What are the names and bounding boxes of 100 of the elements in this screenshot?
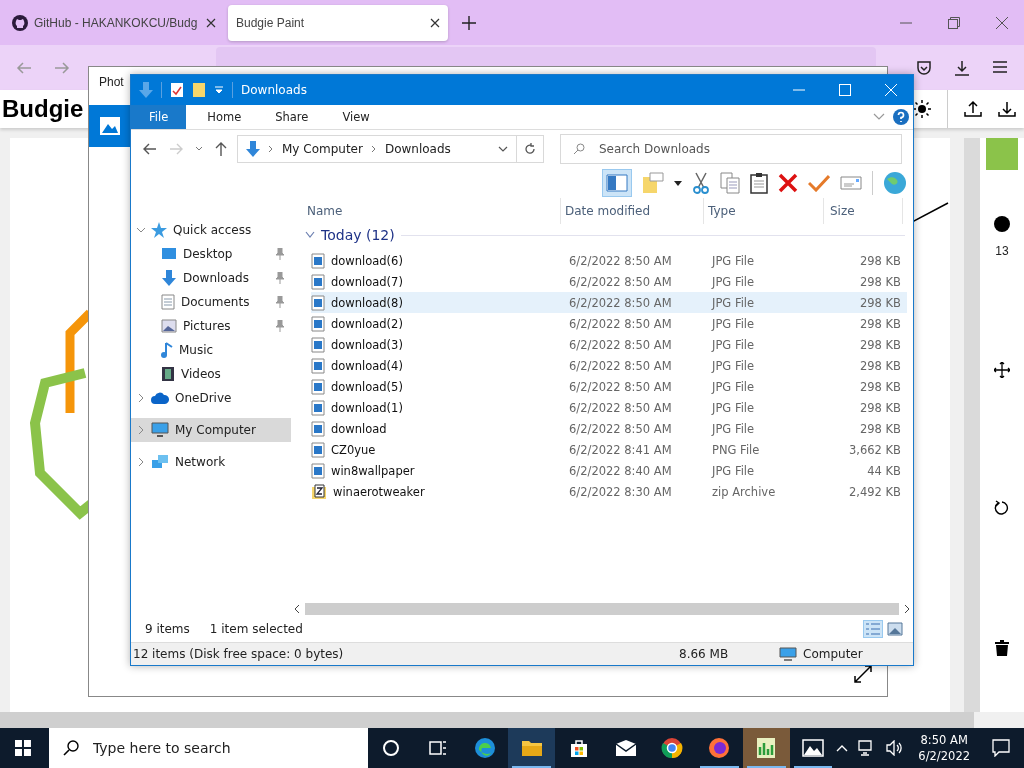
- delete-icon[interactable]: [778, 173, 798, 193]
- nav-item[interactable]: My Computer: [131, 418, 291, 442]
- file-row[interactable]: CZ0yue 6/2/2022 8:41 AM PNG File 3,662 KB: [311, 439, 907, 460]
- move-icon[interactable]: [994, 362, 1010, 378]
- pocket-icon[interactable]: [916, 59, 932, 76]
- circle-icon: [382, 739, 401, 757]
- clipboard-icon[interactable]: [750, 172, 768, 194]
- file-row[interactable]: winaerotweaker 6/2/2022 8:30 AM zip Archive 2,492 KB: [311, 481, 907, 502]
- theme-icon[interactable]: [913, 100, 931, 118]
- brush-dot-icon[interactable]: [994, 216, 1010, 232]
- zip-file-icon: [311, 483, 327, 500]
- properties-icon[interactable]: [170, 82, 184, 98]
- taskbar-app[interactable]: [508, 728, 556, 768]
- refresh-button[interactable]: [516, 135, 544, 163]
- globe-icon[interactable]: [883, 171, 907, 195]
- nav-item[interactable]: Documents: [131, 290, 291, 314]
- ribbon-tab[interactable]: File: [131, 105, 187, 129]
- pin-icon[interactable]: [275, 272, 285, 284]
- breadcrumb[interactable]: My Computer: [282, 142, 363, 156]
- nav-item[interactable]: Quick access: [131, 218, 291, 242]
- ribbon-tab[interactable]: Share: [262, 105, 322, 129]
- item-count: 9 items: [145, 622, 190, 636]
- resize-icon[interactable]: [853, 664, 873, 684]
- image-file-icon: [311, 336, 325, 353]
- close-icon[interactable]: [206, 17, 216, 28]
- column-header[interactable]: Date modified: [561, 198, 704, 224]
- photo-icon: [100, 117, 120, 135]
- search-input[interactable]: Type here to search: [90, 739, 365, 757]
- volume-icon[interactable]: [886, 740, 905, 756]
- file-row[interactable]: download(4) 6/2/2022 8:50 AM JPG File 298 KB: [311, 355, 907, 376]
- file-row[interactable]: download(3) 6/2/2022 8:50 AM JPG File 298 KB: [311, 334, 907, 355]
- pin-icon[interactable]: [275, 248, 285, 260]
- pin-icon[interactable]: [275, 320, 285, 332]
- color-swatch[interactable]: [986, 138, 1018, 170]
- download-icon[interactable]: [954, 59, 970, 76]
- help-icon[interactable]: [893, 109, 909, 125]
- file-row[interactable]: download(6) 6/2/2022 8:50 AM JPG File 298 KB: [311, 250, 907, 271]
- image-file-icon: [311, 420, 325, 437]
- start-icon[interactable]: [15, 740, 31, 756]
- column-header[interactable]: Size: [824, 198, 903, 224]
- rotate-icon[interactable]: [994, 500, 1010, 516]
- file-row[interactable]: win8wallpaper 6/2/2022 8:40 AM JPG File 44 KB: [311, 460, 907, 481]
- search-icon: [573, 143, 585, 155]
- taskbar-app[interactable]: [742, 728, 790, 768]
- chrome-icon: [661, 737, 684, 759]
- scroll-left-icon[interactable]: [293, 605, 301, 613]
- window-title: Downloads: [241, 83, 307, 97]
- image-file-icon: [311, 378, 325, 395]
- download-arrow-icon: [246, 141, 260, 157]
- scroll-right-icon[interactable]: [903, 605, 911, 613]
- scissors-icon[interactable]: [692, 172, 710, 194]
- file-row[interactable]: download 6/2/2022 8:50 AM JPG File 298 KB: [311, 418, 907, 439]
- nav-item[interactable]: Network: [131, 450, 291, 474]
- ribbon-tab[interactable]: View: [329, 105, 383, 129]
- group-header[interactable]: Today (12): [303, 224, 913, 246]
- maximize-icon[interactable]: [839, 84, 851, 96]
- search-field[interactable]: Type here to search: [48, 728, 368, 768]
- address-bar[interactable]: My Computer Downloads: [237, 135, 517, 163]
- scrollbar[interactable]: [0, 712, 974, 728]
- download-icon[interactable]: [998, 100, 1016, 118]
- notification-icon[interactable]: [992, 739, 1010, 757]
- trash-icon[interactable]: [995, 640, 1009, 656]
- restore-icon[interactable]: [948, 16, 960, 29]
- up-icon[interactable]: [215, 142, 227, 156]
- checkmark-icon[interactable]: [808, 174, 830, 192]
- scrollbar[interactable]: [964, 138, 980, 712]
- nav-item[interactable]: OneDrive: [131, 386, 291, 410]
- nav-item[interactable]: Pictures: [131, 314, 291, 338]
- column-header[interactable]: Name: [303, 198, 561, 224]
- file-row[interactable]: download(8) 6/2/2022 8:50 AM JPG File 298 KB: [311, 292, 907, 313]
- folder-icon[interactable]: [192, 82, 206, 98]
- upload-icon[interactable]: [964, 100, 982, 118]
- nav-item[interactable]: Desktop: [131, 242, 291, 266]
- shopping-bag-icon: [568, 738, 589, 758]
- icons-view-button[interactable]: [885, 620, 905, 638]
- browser-tab[interactable]: GitHub - HAKANKOKCU/Budg: [4, 4, 224, 41]
- ribbon-tab[interactable]: Home: [194, 105, 255, 129]
- download-arrow-icon: [161, 270, 177, 286]
- clock[interactable]: 8:50 AM 6/2/2022: [918, 732, 970, 764]
- browser-tab[interactable]: Budgie Paint: [228, 4, 448, 41]
- pin-icon[interactable]: [275, 296, 285, 308]
- close-icon[interactable]: [430, 17, 440, 28]
- back-icon[interactable]: [143, 143, 157, 155]
- nav-item[interactable]: Downloads: [131, 266, 291, 290]
- chevron-down-icon[interactable]: [195, 146, 203, 152]
- nav-item[interactable]: Music: [131, 338, 291, 362]
- file-row[interactable]: download(5) 6/2/2022 8:50 AM JPG File 298 KB: [311, 376, 907, 397]
- preview-pane-button[interactable]: [602, 169, 632, 197]
- file-row[interactable]: download(1) 6/2/2022 8:50 AM JPG File 298 KB: [311, 397, 907, 418]
- file-row[interactable]: download(2) 6/2/2022 8:50 AM JPG File 298 KB: [311, 313, 907, 334]
- file-row[interactable]: download(7) 6/2/2022 8:50 AM JPG File 298 KB: [311, 271, 907, 292]
- search-field[interactable]: Search Downloads: [560, 134, 902, 164]
- new-tab-icon[interactable]: [462, 15, 476, 30]
- caret-down-icon[interactable]: [674, 180, 682, 186]
- menu-icon[interactable]: [992, 59, 1008, 74]
- chevron-down-icon[interactable]: [498, 146, 508, 152]
- caret-up-icon[interactable]: [836, 744, 849, 752]
- breadcrumb[interactable]: Downloads: [384, 142, 451, 156]
- nav-item[interactable]: Videos: [131, 362, 291, 386]
- column-header[interactable]: Type: [704, 198, 824, 224]
